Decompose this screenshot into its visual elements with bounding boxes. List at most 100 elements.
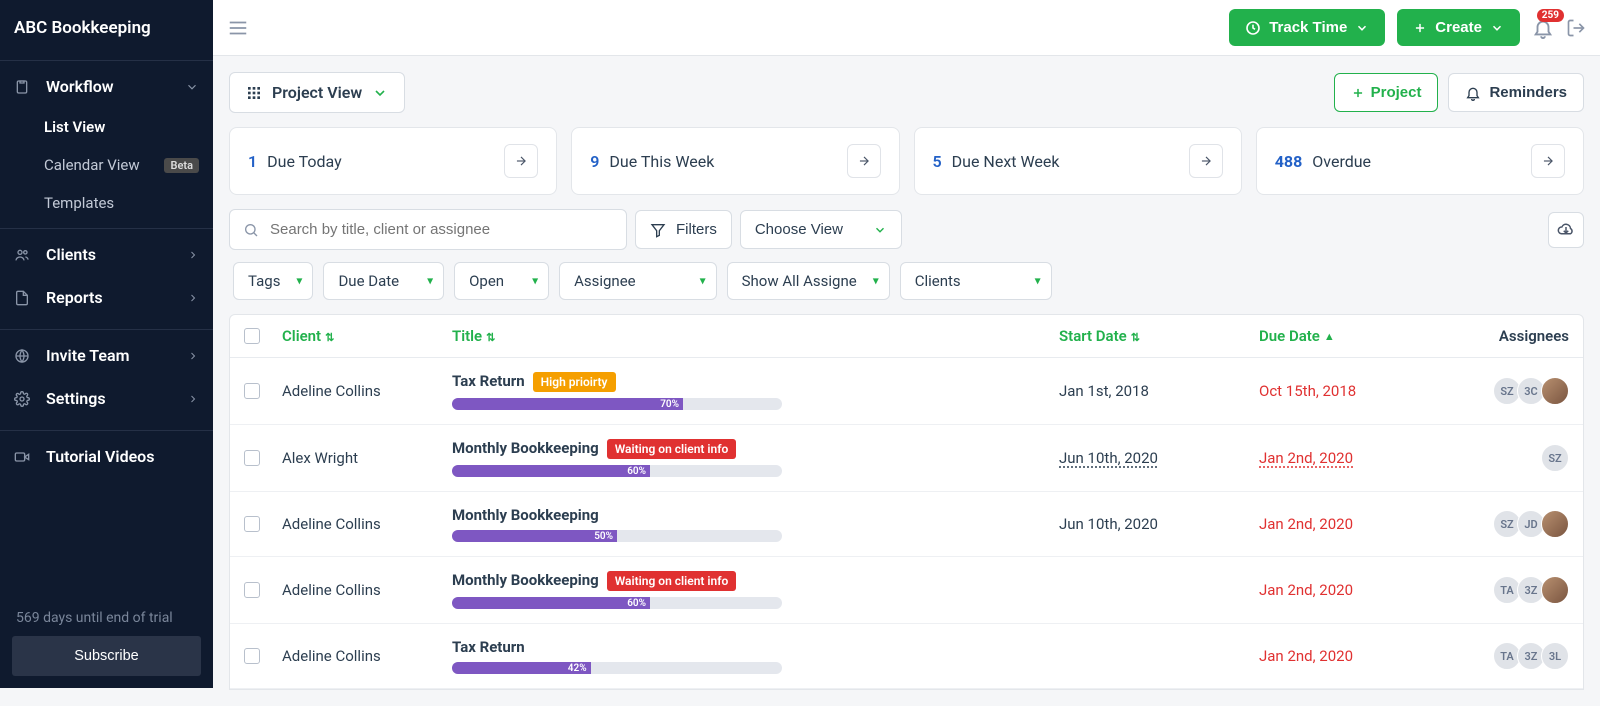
arrow-right-icon (504, 144, 538, 178)
stat-due-this-week[interactable]: 9 Due This Week (571, 127, 899, 195)
chevron-right-icon (187, 350, 199, 362)
users-icon (14, 247, 36, 263)
start-date: Jun 10th, 2020 (1059, 449, 1259, 467)
assignees-list: SZ3C (1449, 377, 1569, 405)
th-assignees: Assignees (1449, 327, 1569, 345)
task-title: Monthly Bookkeeping (452, 439, 599, 457)
reminders-button[interactable]: Reminders (1448, 73, 1584, 112)
grid-icon (246, 85, 262, 101)
filter-icon (650, 222, 666, 238)
table-row[interactable]: Adeline Collins Monthly Bookkeeping Waiti… (230, 557, 1583, 624)
create-button[interactable]: Create (1397, 9, 1520, 46)
th-due-date[interactable]: Due Date▲ (1259, 327, 1449, 345)
avatar[interactable]: 3L (1541, 642, 1569, 670)
th-start-date[interactable]: Start Date (1059, 327, 1259, 345)
status-badge: Waiting on client info (607, 571, 737, 591)
row-checkbox[interactable] (244, 582, 260, 598)
nav-tutorial-videos[interactable]: Tutorial Videos (0, 435, 213, 478)
table-row[interactable]: Adeline Collins Tax ReturnHigh prioirty … (230, 358, 1583, 425)
task-title: Monthly Bookkeeping (452, 506, 599, 524)
chip-assignee[interactable]: Assignee (559, 262, 717, 300)
client-name: Adeline Collins (282, 581, 452, 599)
table-row[interactable]: Alex Wright Monthly Bookkeeping Waiting o… (230, 425, 1583, 492)
brand-title: ABC Bookkeeping (0, 0, 213, 56)
table-row[interactable]: Adeline Collins Tax Return 42% Jan 2nd, … (230, 624, 1583, 689)
th-title[interactable]: Title (452, 327, 1059, 345)
logout-icon[interactable] (1566, 18, 1586, 38)
avatar[interactable] (1541, 377, 1569, 405)
subscribe-button[interactable]: Subscribe (12, 636, 201, 676)
projects-table: Client Title Start Date Due Date▲ Assign… (229, 314, 1584, 690)
nav-workflow-label: Workflow (46, 77, 114, 96)
row-checkbox[interactable] (244, 648, 260, 664)
add-project-button[interactable]: Project (1334, 73, 1439, 112)
start-date: Jun 10th, 2020 (1059, 515, 1259, 533)
avatar[interactable]: SZ (1541, 444, 1569, 472)
project-view-selector[interactable]: Project View (229, 72, 405, 113)
stat-overdue[interactable]: 488 Overdue (1256, 127, 1584, 195)
task-title: Tax Return (452, 372, 525, 390)
chip-clients[interactable]: Clients (900, 262, 1052, 300)
avatar[interactable] (1541, 576, 1569, 604)
progress-bar: 60% (452, 597, 782, 609)
task-title: Monthly Bookkeeping (452, 571, 599, 589)
choose-view-button[interactable]: Choose View (740, 210, 902, 249)
nav-reports[interactable]: Reports (0, 276, 213, 319)
task-title: Tax Return (452, 638, 525, 656)
due-date: Jan 2nd, 2020 (1259, 647, 1449, 665)
nav-invite-team[interactable]: Invite Team (0, 334, 213, 377)
chip-due-date[interactable]: Due Date (323, 262, 444, 300)
chevron-right-icon (187, 393, 199, 405)
file-icon (14, 290, 36, 306)
sidebar: ABC Bookkeeping Workflow List View Calen… (0, 0, 213, 688)
nav-workflow[interactable]: Workflow (0, 65, 213, 108)
search-input[interactable] (229, 209, 627, 250)
notifications-button[interactable]: 259 (1532, 17, 1554, 39)
due-date: Jan 2nd, 2020 (1259, 449, 1449, 467)
row-checkbox[interactable] (244, 383, 260, 399)
stat-due-next-week[interactable]: 5 Due Next Week (914, 127, 1242, 195)
chip-show-all-assignees[interactable]: Show All Assigne (727, 262, 890, 300)
track-time-button[interactable]: Track Time (1229, 9, 1385, 46)
plus-icon (1413, 21, 1427, 35)
row-checkbox[interactable] (244, 516, 260, 532)
progress-bar: 60% (452, 465, 782, 477)
chevron-right-icon (187, 249, 199, 261)
cloud-download-button[interactable] (1548, 212, 1584, 248)
row-checkbox[interactable] (244, 450, 260, 466)
nav-templates[interactable]: Templates (0, 184, 213, 222)
beta-badge: Beta (164, 158, 199, 173)
nav-clients[interactable]: Clients (0, 233, 213, 276)
plus-icon (1351, 86, 1365, 100)
avatar[interactable] (1541, 510, 1569, 538)
nav-calendar-view[interactable]: Calendar View Beta (0, 146, 213, 184)
gear-icon (14, 391, 36, 407)
progress-fill: 50% (452, 530, 617, 542)
table-row[interactable]: Adeline Collins Monthly Bookkeeping 50% … (230, 492, 1583, 557)
nav-settings[interactable]: Settings (0, 377, 213, 420)
video-icon (14, 449, 36, 465)
client-name: Alex Wright (282, 449, 452, 467)
main-content: Project View Project Reminders 1 Due Tod… (213, 0, 1600, 706)
filters-button[interactable]: Filters (635, 210, 732, 249)
topbar: Track Time Create 259 (213, 0, 1600, 56)
progress-fill: 42% (452, 662, 591, 674)
globe-icon (14, 348, 36, 364)
chevron-right-icon (187, 292, 199, 304)
start-date: Jan 1st, 2018 (1059, 382, 1259, 400)
assignees-list: TA3Z (1449, 576, 1569, 604)
clock-icon (1245, 20, 1261, 36)
th-client[interactable]: Client (282, 327, 452, 345)
assignees-list: TA3Z3L (1449, 642, 1569, 670)
chip-tags[interactable]: Tags (233, 262, 313, 300)
hamburger-icon[interactable] (227, 17, 249, 39)
stat-due-today[interactable]: 1 Due Today (229, 127, 557, 195)
progress-fill: 60% (452, 465, 650, 477)
nav-list-view[interactable]: List View (0, 108, 213, 146)
chevron-down-icon (372, 85, 388, 101)
client-name: Adeline Collins (282, 515, 452, 533)
select-all-checkbox[interactable] (244, 328, 260, 344)
chip-open[interactable]: Open (454, 262, 549, 300)
progress-fill: 70% (452, 398, 683, 410)
status-badge: Waiting on client info (607, 439, 737, 459)
